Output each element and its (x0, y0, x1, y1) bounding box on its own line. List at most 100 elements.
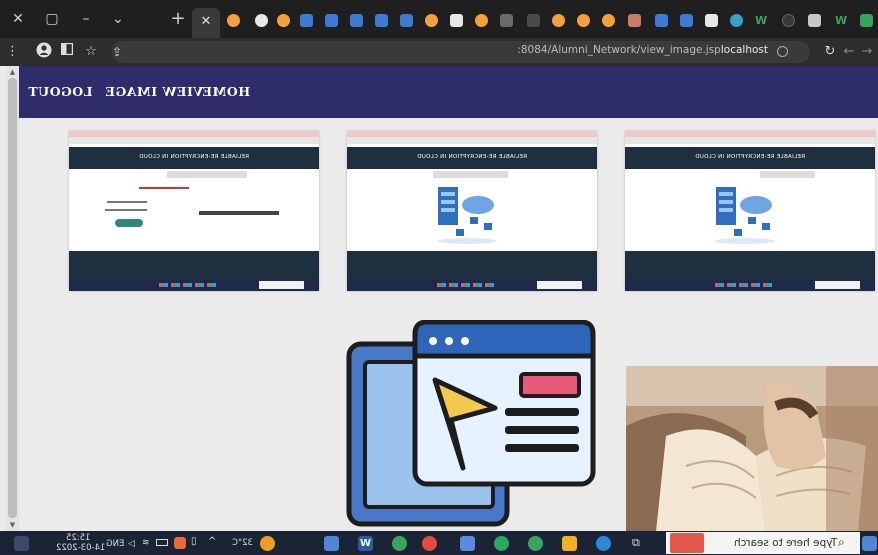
menu-kebab-icon[interactable]: ⋮ (6, 42, 19, 62)
wifi-icon[interactable]: ≋ (142, 538, 150, 548)
tab-github-icon[interactable] (255, 14, 268, 27)
tab-page-icon[interactable] (325, 14, 338, 27)
tab-w-icon[interactable]: W (755, 14, 768, 27)
language-indicator[interactable]: ENG (106, 539, 124, 549)
tab-page-icon[interactable] (655, 14, 668, 27)
thumb-footer (625, 251, 875, 279)
thumb-taskbar-search (815, 281, 860, 289)
image-thumbnail[interactable]: RELIABLE RE-ENCRYPTION IN CLOUD (625, 131, 875, 291)
forward-arrow-icon[interactable]: ← (842, 42, 856, 62)
thumb-footer (347, 251, 597, 279)
profile-avatar-icon[interactable] (36, 42, 52, 62)
tab-chrome-icon[interactable] (475, 14, 488, 27)
tab-page-icon[interactable] (527, 14, 540, 27)
scroll-down-arrow-icon[interactable]: ▼ (8, 521, 17, 530)
taskbar-app-icon[interactable] (460, 536, 475, 551)
tab-w-icon[interactable]: W (835, 14, 848, 27)
tab-page-icon[interactable] (680, 14, 693, 27)
thumb-taskbar-icons (437, 283, 497, 287)
url-path: :8084/Alumni_Network/view_image.jsp (517, 44, 721, 56)
taskbar-app-icon[interactable] (324, 536, 339, 551)
tab-word-icon[interactable] (450, 14, 463, 27)
tab-page-icon[interactable] (808, 14, 821, 27)
image-thumbnail[interactable]: RELIABLE RE-ENCRYPTION IN CLOUD (347, 131, 597, 291)
volume-icon[interactable]: ◁ (128, 539, 135, 549)
weather-sun-icon[interactable] (260, 536, 275, 551)
taskbar-chrome-icon[interactable] (422, 536, 437, 551)
battery-icon[interactable] (156, 539, 168, 546)
restore-window-icon[interactable]: ▢ (42, 9, 62, 29)
tab-page-icon[interactable] (375, 14, 388, 27)
scrollbar-thumb[interactable] (8, 78, 17, 518)
close-window-button[interactable]: ✕ (8, 9, 28, 29)
edge-browser-icon[interactable] (596, 536, 611, 551)
thumb-file-name-line (199, 211, 279, 215)
tab-page-icon[interactable] (400, 14, 413, 27)
url-text[interactable]: :8084/Alumni_Network/view_image.jsplocal… (517, 44, 768, 56)
clock-time[interactable]: 15:25 (66, 533, 91, 543)
tab-close-icon[interactable]: ✕ (201, 14, 212, 29)
thumb-address-bar (625, 137, 875, 144)
browser-tab-strip: ✕ ▢ – ⌄ + ✕ W W (0, 0, 878, 38)
site-info-icon[interactable] (777, 46, 788, 57)
tab-page-icon[interactable] (705, 14, 718, 27)
search-icon: ⌕ (838, 535, 845, 549)
browser-toolbar: ⋮ ☆ ⇪ :8084/Alumni_Network/view_image.js… (0, 38, 878, 66)
taskbar-search-placeholder: Type here to search (734, 537, 838, 549)
search-highlight-image (670, 533, 704, 553)
thumb-text-line (107, 201, 147, 203)
clock-date[interactable]: 14-03-2022 (56, 543, 105, 553)
tab-chrome-icon[interactable] (552, 14, 565, 27)
tray-app-icon[interactable] (174, 537, 186, 549)
tab-chrome-icon[interactable] (227, 14, 240, 27)
tab-github-icon[interactable] (782, 14, 795, 27)
taskbar-app-icon[interactable] (494, 536, 509, 551)
tab-search-chevron-icon[interactable]: ⌄ (108, 9, 128, 29)
taskbar-chrome-icon[interactable] (528, 536, 543, 551)
show-hidden-icons-chevron-icon[interactable]: ^ (208, 536, 216, 547)
reload-icon[interactable]: ↻ (822, 42, 838, 62)
file-explorer-icon[interactable] (562, 536, 577, 551)
taskbar-chrome-icon[interactable] (392, 536, 407, 551)
minimize-window-icon[interactable]: – (76, 9, 96, 29)
notification-icon[interactable] (14, 536, 29, 551)
tab-active[interactable]: ✕ (192, 8, 220, 38)
thumb-taskbar-icons (159, 283, 219, 287)
tab-chrome-icon[interactable] (602, 14, 615, 27)
tab-page-icon[interactable] (860, 14, 873, 27)
tab-page-icon[interactable] (500, 14, 513, 27)
url-host: localhost (720, 44, 768, 56)
nav-view-image-link[interactable]: VIEW IMAGE (105, 84, 203, 99)
nav-logout-link[interactable]: LOGOUT (28, 84, 92, 99)
web-send-illustration-icon[interactable] (345, 320, 600, 532)
tray-app-icon[interactable]: ▯ (191, 536, 197, 547)
tab-chrome-icon[interactable] (277, 14, 290, 27)
nav-home-link[interactable]: HOME (202, 84, 250, 99)
scroll-up-arrow-icon[interactable]: ▲ (8, 68, 17, 77)
tab-chrome-icon[interactable] (577, 14, 590, 27)
taskbar-search-box[interactable]: Type here to search ⌕ (666, 532, 860, 554)
tab-chrome-icon[interactable] (425, 14, 438, 27)
back-arrow-icon[interactable]: → (860, 42, 874, 62)
image-thumbnail[interactable]: RELIABLE RE-ENCRYPTION IN CLOUD (69, 131, 319, 291)
tab-page-icon[interactable] (300, 14, 313, 27)
thumb-taskbar-search (259, 281, 304, 289)
weather-temperature[interactable]: 32°C (232, 538, 253, 548)
new-tab-button[interactable]: + (168, 9, 188, 29)
thumb-heading-line (139, 187, 189, 189)
tab-image-icon[interactable] (628, 14, 641, 27)
tab-globe-icon[interactable] (730, 14, 743, 27)
sidebar-panel-icon[interactable] (60, 42, 74, 62)
task-view-icon[interactable]: ⧉ (632, 536, 640, 550)
share-icon[interactable]: ⇪ (110, 42, 124, 62)
thumb-taskbar-icons (715, 283, 775, 287)
taskbar-word-icon[interactable]: W (358, 536, 373, 551)
address-bar[interactable]: ⇪ :8084/Alumni_Network/view_image.jsploc… (112, 41, 810, 63)
bookmark-star-icon[interactable]: ☆ (84, 42, 98, 62)
cloud-server-illustration-icon (715, 187, 775, 244)
thumb-title: RELIABLE RE-ENCRYPTION IN CLOUD (139, 154, 249, 160)
page-scrollbar[interactable]: ▲ ▼ (6, 66, 19, 531)
open-book-photo[interactable] (626, 366, 878, 532)
tab-page-icon[interactable] (350, 14, 363, 27)
windows-start-icon[interactable] (862, 536, 877, 551)
